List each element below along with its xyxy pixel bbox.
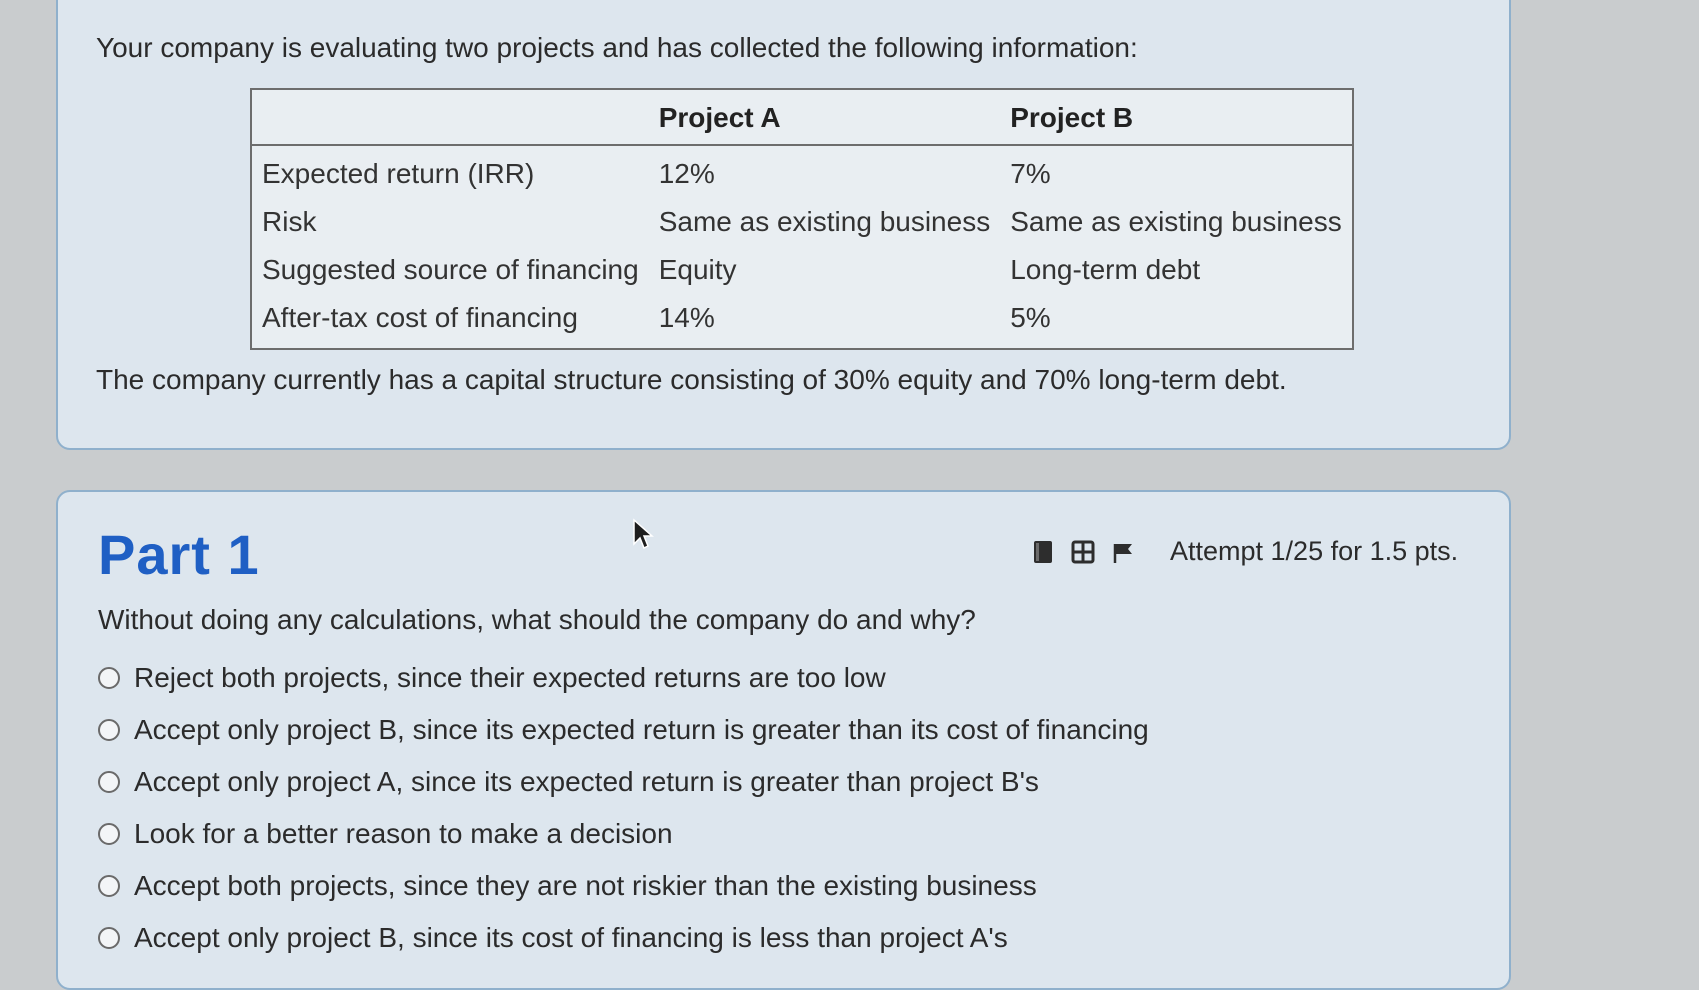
intro-text: Your company is evaluating two projects … xyxy=(96,32,1138,63)
project-b-value: 7% xyxy=(1010,158,1051,189)
project-a-value: 12% xyxy=(658,158,715,189)
table-row: Expected return (IRR) 12% 7% xyxy=(251,145,1353,198)
project-a-value: Equity xyxy=(658,254,737,285)
answer-option[interactable]: Accept both projects, since they are not… xyxy=(98,860,1149,912)
row-label: Risk xyxy=(262,206,317,237)
capital-structure-text: The company currently has a capital stru… xyxy=(96,364,1287,395)
table-row: Risk Same as existing business Same as e… xyxy=(251,198,1353,246)
project-b-value: Long-term debt xyxy=(1010,254,1201,285)
intro-card: Your company is evaluating two projects … xyxy=(56,0,1511,450)
radio-button[interactable] xyxy=(98,719,120,741)
option-label: Accept only project A, since its expecte… xyxy=(134,766,1039,797)
radio-button[interactable] xyxy=(98,667,120,689)
row-label: Expected return (IRR) xyxy=(262,158,535,189)
answer-options: Reject both projects, since their expect… xyxy=(98,652,1149,964)
part-title: Part 1 xyxy=(98,523,260,586)
question-text: Without doing any calculations, what sho… xyxy=(98,604,976,635)
table-header-empty xyxy=(251,89,649,146)
part-toolbar: Attempt 1/25 for 1.5 pts. xyxy=(1030,536,1458,567)
answer-option[interactable]: Accept only project A, since its expecte… xyxy=(98,756,1149,808)
answer-option[interactable]: Reject both projects, since their expect… xyxy=(98,652,1149,704)
answer-option[interactable]: Accept only project B, since its expecte… xyxy=(98,704,1149,756)
answer-option[interactable]: Look for a better reason to make a decis… xyxy=(98,808,1149,860)
radio-button[interactable] xyxy=(98,771,120,793)
row-label: After-tax cost of financing xyxy=(262,302,578,333)
radio-button[interactable] xyxy=(98,927,120,949)
attempt-text: Attempt 1/25 for 1.5 pts. xyxy=(1170,536,1459,566)
part-card: Part 1 Attempt 1/25 for 1.5 pts. Without… xyxy=(56,490,1511,990)
project-b-value: 5% xyxy=(1010,302,1051,333)
table-header-row: Project A Project B xyxy=(251,89,1353,146)
radio-button[interactable] xyxy=(98,875,120,897)
row-label: Suggested source of financing xyxy=(262,254,639,285)
option-label: Accept only project B, since its cost of… xyxy=(134,922,1008,953)
project-a-value: Same as existing business xyxy=(658,206,991,237)
project-info-table: Project A Project B Expected return (IRR… xyxy=(250,88,1354,350)
answer-option[interactable]: Accept only project B, since its cost of… xyxy=(98,912,1149,964)
option-label: Reject both projects, since their expect… xyxy=(134,662,886,693)
table-header-project-b: Project B xyxy=(1000,89,1353,146)
radio-button[interactable] xyxy=(98,823,120,845)
table-row: After-tax cost of financing 14% 5% xyxy=(251,294,1353,349)
flag-icon[interactable] xyxy=(1110,539,1136,565)
table-row: Suggested source of financing Equity Lon… xyxy=(251,246,1353,294)
table-header-project-a: Project A xyxy=(648,89,1001,146)
option-label: Look for a better reason to make a decis… xyxy=(134,818,673,849)
notebook-icon[interactable] xyxy=(1030,539,1056,565)
project-b-value: Same as existing business xyxy=(1010,206,1342,237)
option-label: Accept only project B, since its expecte… xyxy=(134,714,1149,745)
option-label: Accept both projects, since they are not… xyxy=(134,870,1037,901)
mouse-cursor-icon xyxy=(633,518,654,550)
project-a-value: 14% xyxy=(658,302,715,333)
film-icon[interactable] xyxy=(1070,539,1096,565)
